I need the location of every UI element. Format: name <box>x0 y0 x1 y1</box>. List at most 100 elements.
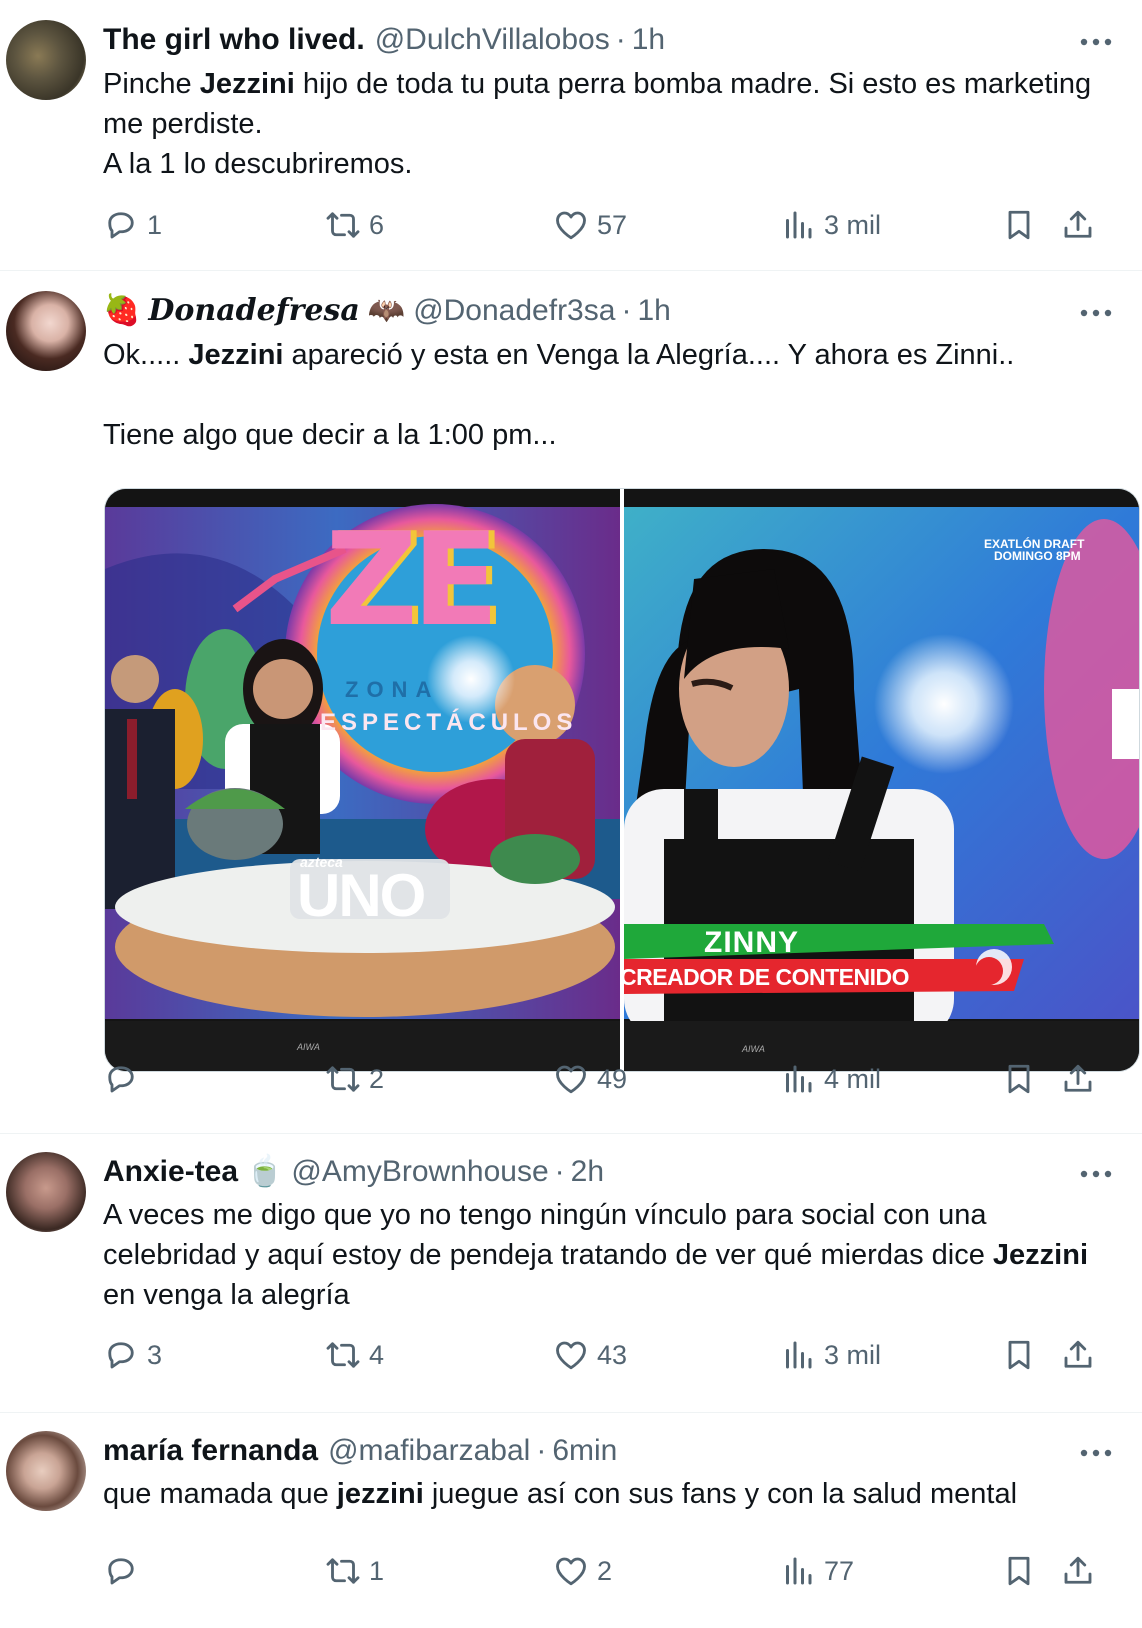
bookmark-icon <box>1001 1061 1045 1097</box>
media-image-closeup[interactable]: EXATLÓN DRAFT DOMINGO 8PM ZINNY CREADOR … <box>624 489 1139 1071</box>
like-count: 43 <box>597 1339 628 1370</box>
separator-dot: · <box>536 1434 547 1467</box>
reply-count: 3 <box>147 1339 163 1370</box>
tweet-4[interactable]: maría fernanda @mafibarzabal · 6min que … <box>0 1413 1142 1628</box>
timestamp[interactable]: 1h <box>632 22 665 58</box>
action-bar: 2 49 4 mil <box>103 1057 1112 1101</box>
views-button[interactable]: 77 <box>780 1549 854 1593</box>
text-run: apareció y esta en Venga la Alegría.... … <box>283 339 1015 371</box>
views-icon <box>780 1337 824 1373</box>
tweet-2[interactable]: 🍓 Donadefresa 🦇 @Donadefr3sa · 1h Ok....… <box>0 271 1142 1133</box>
bookmark-button[interactable] <box>1001 1333 1045 1377</box>
views-icon <box>780 207 824 243</box>
separator-dot: · <box>554 1155 565 1188</box>
retweet-button[interactable]: 2 <box>325 1057 384 1101</box>
user-handle[interactable]: @AmyBrownhouse <box>291 1154 548 1190</box>
like-button[interactable]: 57 <box>553 203 627 247</box>
user-handle[interactable]: @Donadefr3sa <box>413 293 615 329</box>
channel-logo: UNO <box>297 862 426 929</box>
bat-icon: 🦇 <box>367 294 406 327</box>
like-count: 57 <box>597 209 628 240</box>
share-button[interactable] <box>1060 1549 1104 1593</box>
avatar[interactable] <box>6 291 86 371</box>
like-button[interactable]: 2 <box>553 1549 612 1593</box>
media-grid[interactable]: ZE ZONA ESPECTÁCULOS azteca UNO AIWA EXA… <box>104 488 1140 1072</box>
views-button[interactable]: 4 mil <box>780 1057 881 1101</box>
text-run: Ok..... <box>103 339 189 371</box>
action-bar: 1 2 77 <box>103 1549 1112 1593</box>
logo-text: ZE <box>325 506 499 655</box>
tweet-1[interactable]: The girl who lived. @DulchVillalobos · 1… <box>0 0 1142 270</box>
mention-keyword: Jezzini <box>992 1239 1089 1271</box>
like-button[interactable]: 43 <box>553 1333 627 1377</box>
reply-count: 1 <box>147 209 163 240</box>
display-name[interactable]: Donadefresa <box>148 293 359 329</box>
bookmark-button[interactable] <box>1001 1057 1045 1101</box>
bookmark-button[interactable] <box>1001 1549 1045 1593</box>
retweet-icon <box>325 1553 369 1589</box>
retweet-count: 1 <box>369 1555 385 1586</box>
avatar[interactable] <box>6 1431 86 1511</box>
share-icon <box>1060 1061 1104 1097</box>
text-run: Pinche <box>103 68 200 100</box>
text-run: A veces me digo que yo no tengo ningún v… <box>103 1199 993 1271</box>
avatar[interactable] <box>6 1152 86 1232</box>
views-icon <box>780 1061 824 1097</box>
text-run: en venga la alegría <box>103 1279 350 1311</box>
views-count: 4 mil <box>824 1063 882 1094</box>
display-name[interactable]: Anxie-tea <box>103 1154 238 1190</box>
retweet-count: 4 <box>369 1339 385 1370</box>
views-count: 77 <box>824 1555 855 1586</box>
more-icon[interactable] <box>1076 24 1116 60</box>
views-button[interactable]: 3 mil <box>780 203 881 247</box>
more-icon[interactable] <box>1076 295 1116 331</box>
views-icon <box>780 1553 824 1589</box>
like-icon <box>553 1337 597 1373</box>
tv-brand: AIWA <box>742 1044 765 1054</box>
avatar[interactable] <box>6 20 86 100</box>
bookmark-button[interactable] <box>1001 203 1045 247</box>
text-run: A la 1 lo descubriremos. <box>103 148 413 180</box>
share-button[interactable] <box>1060 203 1104 247</box>
bookmark-icon <box>1001 1553 1045 1589</box>
like-icon <box>553 1553 597 1589</box>
user-handle[interactable]: @DulchVillalobos <box>375 22 610 58</box>
share-icon <box>1060 1337 1104 1373</box>
tweet-text: A veces me digo que yo no tengo ningún v… <box>103 1195 1112 1315</box>
like-button[interactable]: 49 <box>553 1057 627 1101</box>
tea-icon: 🍵 <box>246 1155 284 1188</box>
retweet-button[interactable]: 1 <box>325 1549 384 1593</box>
media-image-studio[interactable]: ZE ZONA ESPECTÁCULOS azteca UNO AIWA <box>105 489 620 1071</box>
separator-dot: · <box>615 23 626 56</box>
timestamp[interactable]: 2h <box>571 1154 604 1190</box>
display-name[interactable]: maría fernanda <box>103 1433 318 1469</box>
more-icon[interactable] <box>1076 1156 1116 1192</box>
retweet-count: 2 <box>369 1063 385 1094</box>
reply-icon <box>103 1061 147 1097</box>
strawberry-icon: 🍓 <box>103 294 141 327</box>
display-name[interactable]: The girl who lived. <box>103 22 365 58</box>
reply-icon <box>103 207 147 243</box>
mention-keyword: jezzini <box>336 1478 424 1510</box>
reply-button[interactable] <box>103 1549 147 1593</box>
reply-button[interactable]: 3 <box>103 1333 162 1377</box>
views-button[interactable]: 3 mil <box>780 1333 881 1377</box>
tweet-3[interactable]: Anxie-tea 🍵 @AmyBrownhouse · 2h A veces … <box>0 1134 1142 1412</box>
timestamp[interactable]: 1h <box>637 293 670 329</box>
share-button[interactable] <box>1060 1333 1104 1377</box>
mention-keyword: Jezzini <box>199 68 295 100</box>
timestamp[interactable]: 6min <box>552 1433 617 1469</box>
reply-button[interactable] <box>103 1057 147 1101</box>
bookmark-icon <box>1001 207 1045 243</box>
user-handle[interactable]: @mafibarzabal <box>328 1433 530 1469</box>
separator-dot: · <box>621 294 632 327</box>
retweet-button[interactable]: 4 <box>325 1333 384 1377</box>
lower-third-name: ZINNY <box>704 926 799 959</box>
share-button[interactable] <box>1060 1057 1104 1101</box>
more-icon[interactable] <box>1076 1435 1116 1471</box>
action-bar: 3 4 43 3 mil <box>103 1333 1112 1377</box>
text-run: juegue así con sus fans y con la salud m… <box>423 1478 1018 1510</box>
reply-button[interactable]: 1 <box>103 203 162 247</box>
reply-icon <box>103 1337 147 1373</box>
retweet-button[interactable]: 6 <box>325 203 384 247</box>
